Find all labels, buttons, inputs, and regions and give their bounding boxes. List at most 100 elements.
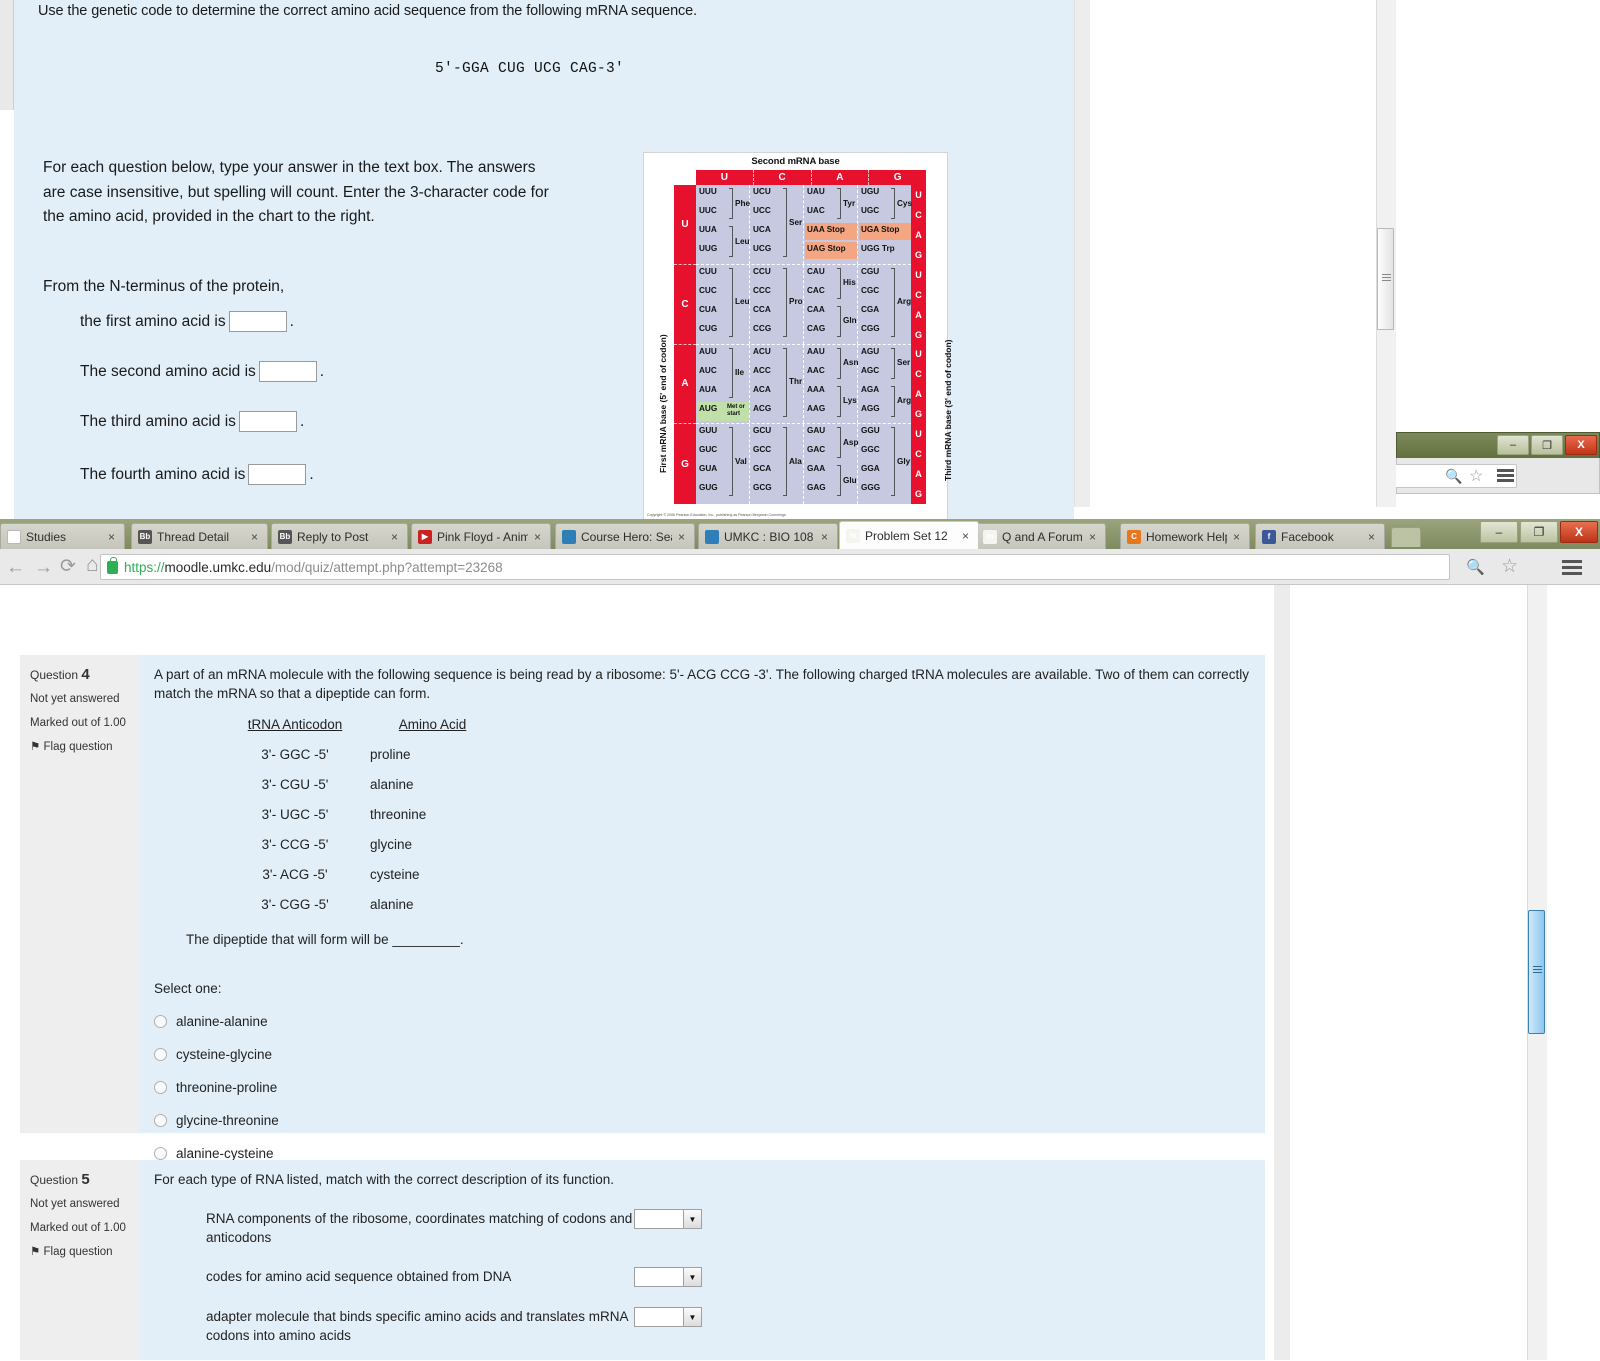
codon-label: CUG	[699, 323, 718, 333]
match-dropdown-3[interactable]: ▼	[634, 1307, 702, 1327]
chart-cell-UC: UCU UCC UCA UCG Ser	[750, 185, 804, 264]
answer-option-2[interactable]: cysteine-glycine	[154, 1045, 1251, 1064]
trna-table-row: 3'- UGC -5' threonine	[220, 805, 1251, 824]
close-tab-icon[interactable]: ×	[821, 530, 831, 544]
codon-label: UGC	[861, 206, 880, 215]
chart-first-base-U: U	[674, 185, 696, 265]
codon-label: GAU	[807, 426, 826, 436]
chevron-down-icon[interactable]: ▼	[683, 1210, 701, 1228]
chart-cell-AU: AUU AUC AUA AUG Ile Met or start	[696, 344, 750, 424]
secondary-close-button[interactable]: X	[1565, 435, 1597, 455]
close-tab-icon[interactable]: ×	[251, 530, 261, 544]
star-icon[interactable]: ☆	[1469, 466, 1483, 486]
close-tab-icon[interactable]: ×	[1233, 530, 1243, 544]
browser-tab-facebook[interactable]: f Facebook ×	[1255, 523, 1385, 549]
codon-label: AAA	[807, 384, 825, 394]
codon-bracket	[837, 385, 841, 417]
chevron-down-icon[interactable]: ▼	[683, 1308, 701, 1326]
amino-acid-label: Val	[735, 456, 747, 466]
browser-tab-q-and-a-forum[interactable]: m Q and A Forum, ×	[976, 523, 1106, 549]
browser-tab-label: Pink Floyd - Anim	[437, 529, 528, 544]
amino-acid-input-3[interactable]	[238, 411, 297, 432]
radio-button-icon[interactable]	[154, 1114, 167, 1127]
radio-button-icon[interactable]	[154, 1048, 167, 1061]
zoom-icon[interactable]: 🔍	[1445, 468, 1462, 485]
question-5-status: Not yet answered	[30, 1198, 120, 1210]
codon-bracket	[891, 427, 895, 497]
chevron-down-icon[interactable]: ▼	[683, 1268, 701, 1286]
close-tab-icon[interactable]: ×	[534, 530, 544, 544]
codon-label: UCU	[753, 187, 771, 196]
match-dropdown-1[interactable]: ▼	[634, 1209, 702, 1229]
menu-icon[interactable]	[1562, 560, 1582, 575]
browser-tab-reply-to-post[interactable]: Bb Reply to Post ×	[271, 523, 408, 549]
trna-amino-acid: alanine	[370, 897, 414, 912]
new-tab-button[interactable]	[1391, 527, 1421, 547]
chart-first-base-C: C	[674, 265, 696, 345]
close-tab-icon[interactable]: ×	[108, 530, 118, 544]
menu-icon[interactable]	[1497, 469, 1514, 482]
chart-row-U: UUU UUC UUA UUG Phe Leu UCU UCC UCA UCG Ser UAU UAC U…	[696, 185, 912, 265]
chart-axis-third-base: Third mRNA base (3' end of codon)	[931, 173, 953, 503]
secondary-minimize-button[interactable]: –	[1497, 435, 1529, 455]
chart-third-base-7: G	[914, 329, 922, 340]
codon-label: AUG	[699, 403, 718, 413]
amino-acid-label-3: The third amino acid is	[80, 412, 236, 430]
browser-tab-studies[interactable]: Studies ×	[0, 523, 125, 549]
amino-acid-label: Thr	[789, 377, 803, 386]
amino-acid-input-1[interactable]	[228, 311, 287, 332]
answer-option-4[interactable]: glycine-threonine	[154, 1111, 1251, 1130]
browser-tab-course-hero-sea[interactable]: Course Hero: Sea ×	[555, 523, 695, 549]
close-tab-icon[interactable]: ×	[678, 530, 688, 544]
codon-label: AAC	[807, 365, 825, 375]
match-dropdown-2[interactable]: ▼	[634, 1267, 702, 1287]
amino-acid-row-3: The third amino acid is .	[80, 411, 304, 432]
address-bar[interactable]: https://moodle.umkc.edu/mod/quiz/attempt…	[100, 554, 1450, 580]
forward-button[interactable]: →	[34, 557, 53, 579]
question-5-flag-button[interactable]: ⚑ Flag question	[30, 1240, 134, 1264]
main-scrollbar-thumb[interactable]	[1528, 910, 1545, 1034]
answer-option-1[interactable]: alanine-alanine	[154, 1012, 1251, 1031]
trna-table-row: 3'- CGG -5' alanine	[220, 895, 1251, 914]
question-4-flag-button[interactable]: ⚑ Flag question	[30, 735, 134, 759]
question-4-body: A part of an mRNA molecule with the foll…	[140, 655, 1265, 1161]
radio-button-icon[interactable]	[154, 1015, 167, 1028]
chart-copyright: Copyright © 2008 Pearson Education, Inc.…	[647, 513, 787, 517]
close-tab-icon[interactable]: ×	[391, 530, 401, 544]
back-button[interactable]: ←	[6, 557, 25, 579]
browser-tab-thread-detail[interactable]: Bb Thread Detail ×	[131, 523, 268, 549]
browser-tab-label: Q and A Forum,	[1002, 529, 1083, 544]
question-4-flag-label: Flag question	[43, 741, 113, 753]
chart-left-base-header: UCA G	[674, 185, 696, 504]
browser-tab-problem-set-12[interactable]: m Problem Set 12 ×	[839, 521, 979, 549]
close-tab-icon[interactable]: ×	[1368, 530, 1378, 544]
home-button[interactable]: ⌂	[86, 553, 99, 577]
star-icon[interactable]: ☆	[1501, 555, 1518, 578]
close-tab-icon[interactable]: ×	[962, 529, 972, 543]
close-button[interactable]: X	[1560, 521, 1598, 543]
codon-label: UAA Stop	[807, 225, 845, 234]
close-tab-icon[interactable]: ×	[1089, 530, 1099, 544]
minimize-button[interactable]: –	[1480, 521, 1518, 543]
zoom-icon[interactable]: 🔍	[1466, 558, 1485, 576]
trna-table-row: 3'- GGC -5' proline	[220, 745, 1251, 764]
chart-title-second-base: Second mRNA base	[751, 156, 840, 167]
question-4-status: Not yet answered	[30, 693, 120, 705]
trna-amino-acid: proline	[370, 747, 411, 762]
amino-acid-input-4[interactable]	[248, 464, 307, 485]
radio-button-icon[interactable]	[154, 1081, 167, 1094]
browser-tab-pink-floyd-anim[interactable]: ▶ Pink Floyd - Anim ×	[411, 523, 551, 549]
background-scrollbar-thumb[interactable]	[1377, 228, 1394, 330]
radio-button-icon[interactable]	[154, 1147, 167, 1160]
browser-tab-homework-help[interactable]: C Homework Help ×	[1120, 523, 1250, 549]
question-4-number-label: Question	[30, 668, 79, 682]
amino-acid-label: Arg	[897, 396, 912, 405]
restore-button[interactable]: ❐	[1520, 521, 1558, 543]
amino-acid-input-2[interactable]	[258, 361, 317, 382]
trna-anticodon: 3'- CCG -5'	[261, 837, 329, 852]
browser-tab-umkc-bio-108[interactable]: UMKC : BIO 108 : ×	[698, 523, 838, 549]
reload-button[interactable]: ⟳	[60, 555, 76, 578]
codon-bracket	[891, 188, 895, 219]
secondary-restore-button[interactable]: ❐	[1531, 435, 1563, 455]
answer-option-3[interactable]: threonine-proline	[154, 1078, 1251, 1097]
